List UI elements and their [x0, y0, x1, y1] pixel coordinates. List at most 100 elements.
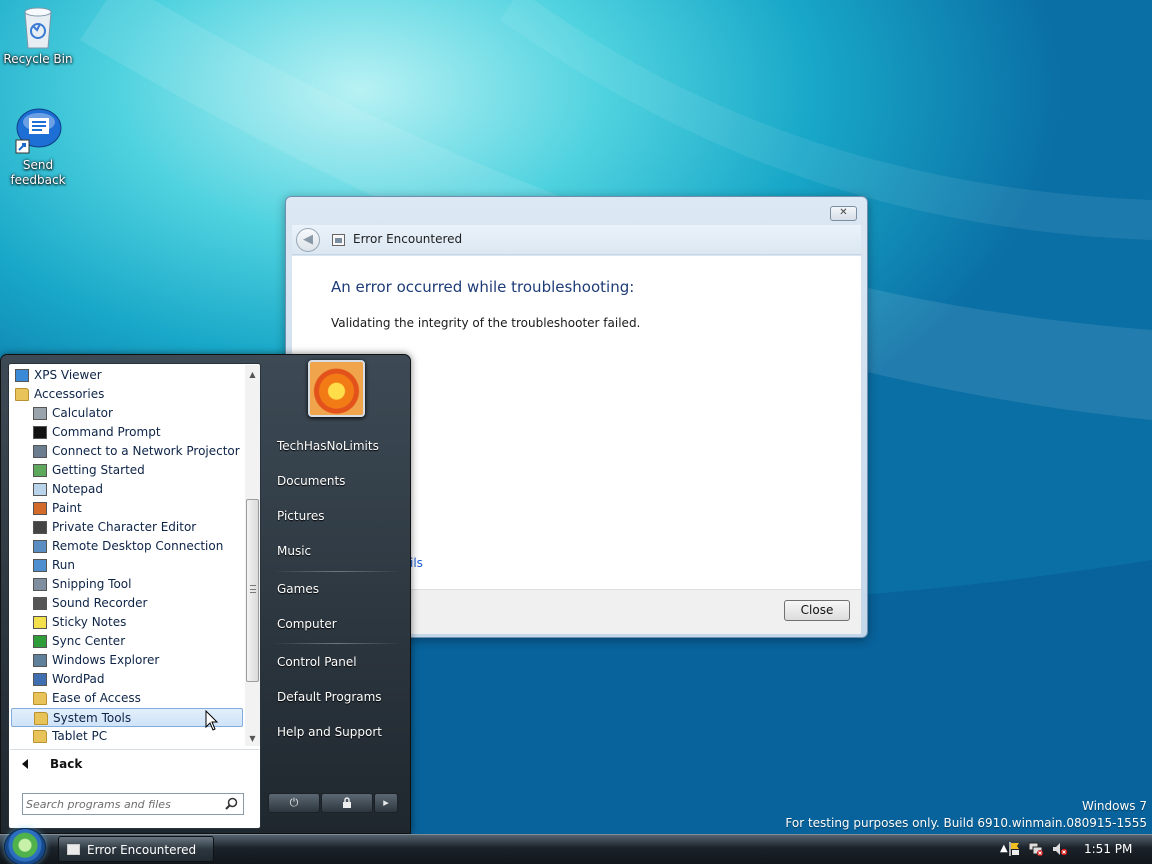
- scroll-up-arrow-icon[interactable]: ▲: [245, 367, 260, 382]
- mouse-cursor-icon: [205, 710, 219, 731]
- program-item-sticky-notes[interactable]: Sticky Notes: [11, 613, 243, 632]
- action-center-flag-icon[interactable]: [1008, 841, 1021, 860]
- program-label: Sync Center: [52, 634, 126, 648]
- build-watermark-title: Windows 7: [1081, 799, 1147, 813]
- program-label: Sticky Notes: [52, 615, 127, 629]
- program-item-xps-viewer[interactable]: XPS Viewer: [11, 366, 243, 385]
- build-watermark-text: For testing purposes only. Build 6910.wi…: [785, 816, 1147, 830]
- start-menu: XPS Viewer Accessories Calculator Command P…: [0, 354, 411, 834]
- program-label: Remote Desktop Connection: [52, 539, 224, 553]
- troubleshooter-icon: [332, 234, 345, 246]
- program-label: Connect to a Network Projector: [52, 444, 240, 458]
- taskbar-button-label: Error Encountered: [87, 843, 197, 857]
- power-options-arrow-button[interactable]: ▸: [374, 793, 398, 813]
- program-label: Getting Started: [52, 463, 145, 477]
- snipping-tool-icon: [33, 578, 47, 591]
- program-item-command-prompt[interactable]: Command Prompt: [11, 423, 243, 442]
- remote-desktop-icon: [33, 540, 47, 553]
- program-label: WordPad: [52, 672, 105, 686]
- program-item-run[interactable]: Run: [11, 556, 243, 575]
- program-item-ease-of-access[interactable]: Ease of Access: [11, 689, 243, 708]
- volume-muted-icon[interactable]: [1052, 842, 1068, 859]
- lock-icon: [343, 797, 351, 808]
- program-label: Calculator: [52, 406, 113, 420]
- microphone-icon: [33, 597, 47, 610]
- search-icon[interactable]: [225, 797, 238, 813]
- program-item-notepad[interactable]: Notepad: [11, 480, 243, 499]
- scrollbar-grip-icon: [250, 585, 256, 593]
- programs-scrollbar[interactable]: ▲ ▼: [245, 365, 260, 746]
- paint-icon: [33, 502, 47, 515]
- dialog-navigation-bar: ◀ Error Encountered: [292, 225, 861, 255]
- start-link-control-panel[interactable]: Control Panel: [277, 655, 357, 669]
- program-label: Paint: [52, 501, 82, 515]
- chevron-up-icon[interactable]: ▲: [1000, 843, 1008, 854]
- lock-button[interactable]: [321, 793, 373, 813]
- folder-icon: [33, 692, 47, 705]
- close-button[interactable]: Close: [784, 600, 850, 621]
- window-icon: [67, 844, 80, 855]
- program-label: Ease of Access: [52, 691, 141, 705]
- calculator-icon: [33, 407, 47, 420]
- scroll-down-arrow-icon[interactable]: ▼: [245, 731, 260, 746]
- view-details-link[interactable]: ils: [410, 556, 423, 570]
- getting-started-icon: [33, 464, 47, 477]
- start-search-box[interactable]: [22, 793, 244, 815]
- sync-center-icon: [33, 635, 47, 648]
- start-link-documents[interactable]: Documents: [277, 474, 345, 488]
- start-link-help-and-support[interactable]: Help and Support: [277, 725, 382, 739]
- search-input[interactable]: [26, 796, 216, 812]
- wordpad-icon: [33, 673, 47, 686]
- user-picture-avatar[interactable]: [308, 360, 365, 417]
- desktop-icon-recycle-bin[interactable]: Recycle Bin: [0, 4, 76, 66]
- network-icon[interactable]: [1028, 842, 1044, 859]
- start-menu-programs-pane: XPS Viewer Accessories Calculator Command P…: [8, 363, 261, 829]
- program-item-windows-explorer[interactable]: Windows Explorer: [11, 651, 243, 670]
- program-label: Tablet PC: [52, 729, 108, 743]
- taskbar-button-error-encountered[interactable]: Error Encountered: [58, 836, 214, 862]
- error-message: Validating the integrity of the troubles…: [331, 316, 641, 330]
- program-item-calculator[interactable]: Calculator: [11, 404, 243, 423]
- program-item-sound-recorder[interactable]: Sound Recorder: [11, 594, 243, 613]
- start-link-games[interactable]: Games: [277, 582, 319, 596]
- start-link-music[interactable]: Music: [277, 544, 311, 558]
- program-item-accessories[interactable]: Accessories: [11, 385, 243, 404]
- sticky-notes-icon: [33, 616, 47, 629]
- desktop-icon-send-feedback[interactable]: Send feedback: [0, 106, 76, 188]
- program-item-snipping-tool[interactable]: Snipping Tool: [11, 575, 243, 594]
- program-item-wordpad[interactable]: WordPad: [11, 670, 243, 689]
- error-heading: An error occurred while troubleshooting:: [331, 278, 635, 296]
- start-link-default-programs[interactable]: Default Programs: [277, 690, 382, 704]
- back-arrow-icon: [22, 759, 28, 769]
- projector-icon: [33, 445, 47, 458]
- command-prompt-icon: [33, 426, 47, 439]
- start-link-pictures[interactable]: Pictures: [277, 509, 325, 523]
- separator: [273, 571, 401, 572]
- desktop-icon-label: Recycle Bin: [3, 52, 73, 66]
- scrollbar-thumb[interactable]: [246, 499, 259, 682]
- program-item-remote-desktop-connection[interactable]: Remote Desktop Connection: [11, 537, 243, 556]
- taskbar-clock[interactable]: 1:51 PM: [1084, 842, 1132, 856]
- back-button[interactable]: Back: [10, 749, 259, 779]
- dialog-back-arrow-icon[interactable]: ◀: [296, 228, 320, 252]
- character-editor-icon: [33, 521, 47, 534]
- dialog-close-x-button[interactable]: ✕: [830, 206, 857, 221]
- start-menu-right-pane: TechHasNoLimits Documents Pictures Music Gam…: [263, 355, 410, 833]
- notepad-icon: [33, 483, 47, 496]
- start-button-orb[interactable]: [4, 828, 46, 864]
- shut-down-button[interactable]: ⏻: [268, 793, 320, 813]
- program-item-paint[interactable]: Paint: [11, 499, 243, 518]
- start-link-techhasnolimits[interactable]: TechHasNoLimits: [277, 439, 379, 453]
- program-label: Run: [52, 558, 76, 572]
- start-link-computer[interactable]: Computer: [277, 617, 337, 631]
- program-item-connect-to-a-network-projector[interactable]: Connect to a Network Projector: [11, 442, 243, 461]
- program-label: Sound Recorder: [52, 596, 148, 610]
- program-item-getting-started[interactable]: Getting Started: [11, 461, 243, 480]
- separator: [273, 643, 401, 644]
- program-label: XPS Viewer: [34, 368, 102, 382]
- program-item-sync-center[interactable]: Sync Center: [11, 632, 243, 651]
- program-label: Command Prompt: [52, 425, 161, 439]
- folder-icon: [33, 730, 47, 743]
- xps-viewer-icon: [15, 369, 29, 382]
- program-item-private-character-editor[interactable]: Private Character Editor: [11, 518, 243, 537]
